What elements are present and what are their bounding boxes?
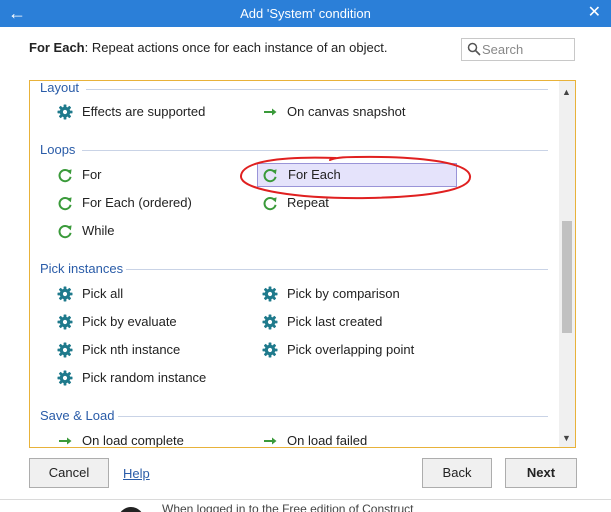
list-item-selected[interactable]: For Each xyxy=(257,163,457,187)
search-icon xyxy=(467,42,481,56)
arrow-right-icon xyxy=(58,436,73,446)
search-input[interactable] xyxy=(482,41,570,58)
scroll-up-icon[interactable]: ▲ xyxy=(562,87,571,97)
condition-list-content: Layout Effects are supported On canvas s… xyxy=(30,81,560,447)
loop-icon xyxy=(58,224,73,239)
loop-icon xyxy=(263,168,278,183)
condition-name: For Each xyxy=(29,40,85,55)
category-loops-title: Loops xyxy=(40,142,76,157)
next-button[interactable]: Next xyxy=(505,458,577,488)
category-pick-title: Pick instances xyxy=(40,261,124,276)
gear-icon xyxy=(262,342,278,358)
help-link[interactable]: Help xyxy=(123,466,150,481)
scrollbar-thumb[interactable] xyxy=(562,221,572,333)
vertical-scrollbar[interactable]: ▲ ▼ xyxy=(559,81,575,447)
close-icon[interactable]: ✕ xyxy=(588,3,601,23)
loop-icon xyxy=(58,196,73,211)
avatar xyxy=(118,507,144,512)
gear-icon xyxy=(57,104,73,120)
gear-icon xyxy=(57,370,73,386)
gear-icon xyxy=(262,314,278,330)
category-divider xyxy=(126,269,548,270)
window-title: Add 'System' condition xyxy=(240,6,371,21)
arrow-right-icon xyxy=(263,436,278,446)
gear-icon xyxy=(57,314,73,330)
scroll-down-icon[interactable]: ▼ xyxy=(562,433,571,443)
condition-description: For Each: Repeat actions once for each i… xyxy=(29,40,387,55)
category-divider xyxy=(86,89,548,90)
search-box[interactable] xyxy=(461,38,575,61)
category-divider xyxy=(82,150,548,151)
category-saveload-title: Save & Load xyxy=(40,408,115,423)
gear-icon xyxy=(57,342,73,358)
cancel-button[interactable]: Cancel xyxy=(29,458,109,488)
loop-icon xyxy=(58,168,73,183)
background-window: When logged in to the Free edition of Co… xyxy=(0,499,611,512)
condition-description-text: : Repeat actions once for each instance … xyxy=(84,40,388,55)
condition-list[interactable]: Layout Effects are supported On canvas s… xyxy=(29,80,576,448)
loop-icon xyxy=(263,196,278,211)
arrow-right-icon xyxy=(263,107,278,117)
gear-icon xyxy=(57,286,73,302)
title-bar: ← Add 'System' condition ✕ xyxy=(0,0,611,27)
category-layout-title: Layout xyxy=(40,81,80,95)
gear-icon xyxy=(262,286,278,302)
back-button[interactable]: Back xyxy=(422,458,492,488)
category-divider xyxy=(118,416,548,417)
